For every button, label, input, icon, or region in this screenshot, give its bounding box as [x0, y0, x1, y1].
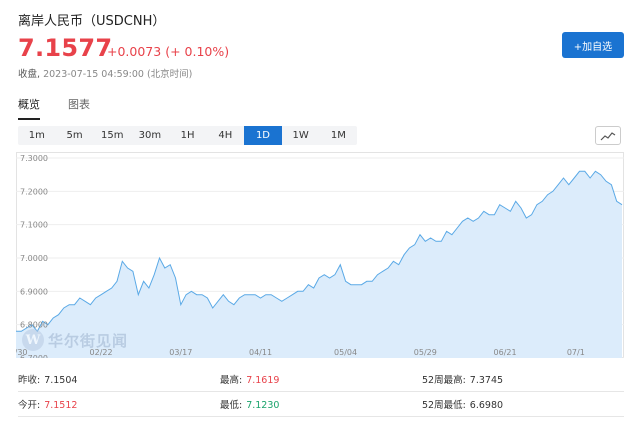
x-tick-label: 07/1 — [567, 348, 585, 357]
stat-open-label: 今开: — [18, 400, 41, 411]
price-chart-svg: 7.30007.20007.10007.00006.90006.80006.70… — [16, 152, 624, 358]
stat-open-value: 7.1512 — [44, 400, 78, 411]
period-1mo[interactable]: 1M — [320, 126, 358, 145]
period-1d[interactable]: 1D — [244, 126, 282, 145]
stat-52w-low: 52周最低: 6.6980 — [422, 397, 624, 411]
close-status: 收盘, 2023-07-15 04:59:00 (北京时间) — [18, 66, 192, 80]
y-tick-label: 7.1000 — [20, 221, 48, 230]
stat-low: 最低: 7.1230 — [220, 397, 422, 411]
stat-prev-close: 昨收: 7.1504 — [18, 372, 220, 386]
y-tick-label: 7.3000 — [20, 154, 48, 163]
stat-52w-high-label: 52周最高: — [422, 375, 466, 386]
y-tick-label: 7.0000 — [20, 254, 48, 263]
y-tick-label: 6.9000 — [20, 287, 48, 296]
stats-row: 今开: 7.1512 最低: 7.1230 52周最低: 6.6980 — [18, 392, 624, 417]
last-price: 7.1577 — [18, 34, 113, 62]
period-1h[interactable]: 1H — [169, 126, 207, 145]
period-15m[interactable]: 15m — [93, 126, 131, 145]
tab-overview[interactable]: 概览 — [18, 96, 40, 120]
x-tick-label: 04/11 — [249, 348, 272, 357]
stat-prev-close-value: 7.1504 — [44, 375, 78, 386]
watermark-logo: W — [22, 329, 44, 351]
stat-low-value: 7.1230 — [246, 400, 280, 411]
add-to-watchlist-button[interactable]: +加自选 — [562, 32, 624, 58]
x-tick-label: 05/29 — [414, 348, 437, 357]
period-1m[interactable]: 1m — [18, 126, 56, 145]
price-chart[interactable]: 7.30007.20007.10007.00006.90006.80006.70… — [16, 152, 624, 358]
price-change-value: +0.0073 — [107, 44, 162, 59]
period-5m[interactable]: 5m — [56, 126, 94, 145]
view-tabs: 概览 图表 — [18, 96, 90, 120]
stat-52w-low-label: 52周最低: — [422, 400, 466, 411]
x-tick-label: 05/04 — [334, 348, 357, 357]
instrument-title: 离岸人民币（USDCNH） — [18, 14, 166, 29]
stat-high-value: 7.1619 — [246, 375, 280, 386]
chart-type-toggle-button[interactable] — [595, 126, 621, 145]
stat-prev-close-label: 昨收: — [18, 375, 41, 386]
close-time: 2023-07-15 04:59:00 (北京时间) — [43, 69, 193, 80]
watermark: W 华尔街见闻 — [22, 329, 128, 351]
x-tick-label: 06/21 — [494, 348, 517, 357]
line-chart-icon — [600, 131, 616, 140]
period-30m[interactable]: 30m — [131, 126, 169, 145]
stats-row: 昨收: 7.1504 最高: 7.1619 52周最高: 7.3745 — [18, 367, 624, 392]
tab-chart[interactable]: 图表 — [68, 96, 90, 120]
x-tick-label: 03/17 — [169, 348, 192, 357]
period-selector: 1m 5m 15m 30m 1H 4H 1D 1W 1M — [18, 126, 358, 145]
period-4h[interactable]: 4H — [206, 126, 244, 145]
stat-high-label: 最高: — [220, 375, 243, 386]
stat-52w-high-value: 7.3745 — [469, 375, 504, 386]
stat-low-label: 最低: — [220, 400, 243, 411]
stat-52w-high: 52周最高: 7.3745 — [422, 372, 624, 386]
stat-high: 最高: 7.1619 — [220, 372, 422, 386]
stat-52w-low-value: 6.6980 — [469, 400, 504, 411]
price-change-percent: (+ 0.10%) — [165, 44, 230, 59]
watermark-text: 华尔街见闻 — [48, 331, 129, 350]
period-1w[interactable]: 1W — [282, 126, 320, 145]
price-change: +0.0073 (+ 0.10%) — [107, 44, 229, 59]
stats-table: 昨收: 7.1504 最高: 7.1619 52周最高: 7.3745 今开: 7.15… — [18, 367, 624, 417]
y-tick-label: 7.2000 — [20, 187, 48, 196]
stat-open: 今开: 7.1512 — [18, 397, 220, 411]
close-label: 收盘, — [18, 69, 41, 80]
